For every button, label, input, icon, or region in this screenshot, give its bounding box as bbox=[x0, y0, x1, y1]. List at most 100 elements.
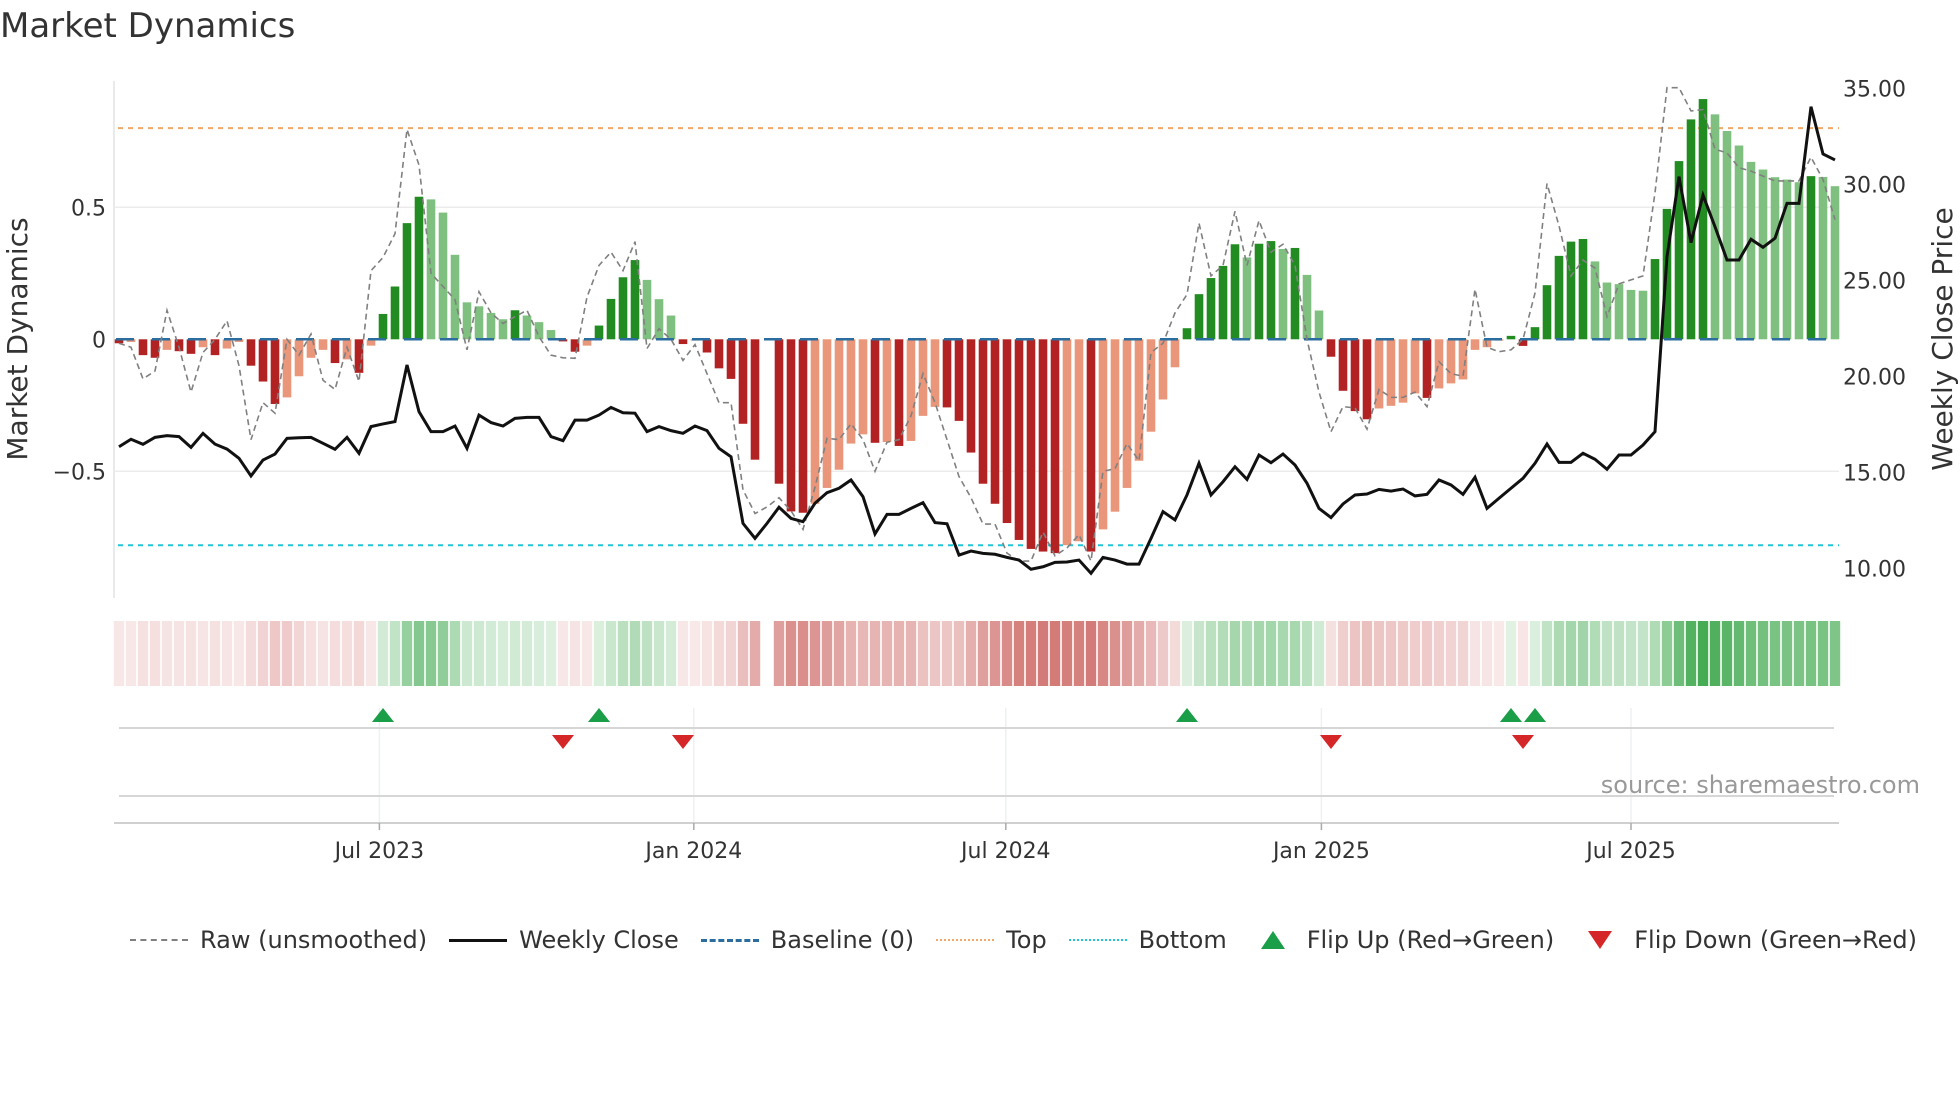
flip-down-marker bbox=[672, 735, 694, 749]
heat-strip-cell bbox=[173, 621, 185, 686]
heat-strip-cell bbox=[1661, 621, 1673, 686]
heat-strip-cell bbox=[833, 621, 845, 686]
legend-swatch-close bbox=[449, 938, 508, 942]
flip-up-marker bbox=[372, 708, 394, 722]
heat-strip-cell bbox=[485, 621, 497, 686]
heat-strip-cell bbox=[857, 621, 869, 686]
y2-tick-label: 25.00 bbox=[1843, 270, 1906, 295]
dynamics-bar bbox=[318, 339, 328, 350]
heat-strip-cell bbox=[1037, 621, 1049, 686]
heat-strip-cell bbox=[1349, 621, 1361, 686]
dynamics-bar bbox=[1050, 339, 1060, 554]
dynamics-bar bbox=[1014, 339, 1024, 540]
legend-item-baseline: Baseline (0) bbox=[700, 926, 914, 954]
heat-strip-cell bbox=[1325, 621, 1337, 686]
heat-strip-cell bbox=[1457, 621, 1469, 686]
dynamics-bar bbox=[1362, 339, 1372, 420]
dynamics-bar bbox=[1134, 339, 1144, 461]
heat-strip-cell bbox=[1829, 621, 1841, 686]
dynamics-bar bbox=[1218, 265, 1228, 340]
heat-strip-cell bbox=[1265, 621, 1277, 686]
heat-strip-cell bbox=[425, 621, 437, 686]
legend: Raw (unsmoothed) Weekly Close Baseline (… bbox=[130, 922, 1939, 958]
heat-strip-cell bbox=[1793, 621, 1805, 686]
y2-tick-label: 35.00 bbox=[1843, 78, 1906, 103]
dynamics-bar bbox=[138, 339, 148, 356]
heat-strip-cell bbox=[1313, 621, 1325, 686]
heat-strip-cell bbox=[1289, 621, 1301, 686]
dynamics-bar bbox=[774, 339, 784, 484]
heat-strip-cell bbox=[1169, 621, 1181, 686]
dynamics-bar bbox=[414, 196, 424, 340]
dynamics-bar bbox=[834, 339, 844, 470]
dynamics-bar bbox=[1446, 339, 1456, 384]
heat-strip-cell bbox=[1637, 621, 1649, 686]
dynamics-bar bbox=[1170, 339, 1180, 368]
heat-strip-cell bbox=[113, 621, 125, 686]
heat-strip-cell bbox=[1649, 621, 1661, 686]
dynamics-bar bbox=[162, 339, 172, 350]
heat-strip-cell bbox=[665, 621, 677, 686]
dynamics-bar bbox=[954, 339, 964, 421]
dynamics-bar bbox=[822, 339, 832, 488]
flip-up-marker bbox=[588, 708, 610, 722]
dynamics-bar bbox=[714, 339, 724, 369]
dynamics-bar bbox=[186, 339, 196, 354]
heat-strip-cell bbox=[893, 621, 905, 686]
dynamics-bar bbox=[1314, 310, 1324, 340]
heat-strip-cell bbox=[1685, 621, 1697, 686]
heat-strip-cell bbox=[1817, 621, 1829, 686]
heat-strip-cell bbox=[1529, 621, 1541, 686]
heat-strip-cell bbox=[269, 621, 281, 686]
flip-down-marker bbox=[1320, 735, 1342, 749]
dynamics-bar bbox=[1038, 339, 1048, 552]
heat-strip-cell bbox=[1601, 621, 1613, 686]
heat-strip-cell bbox=[1541, 621, 1553, 686]
dynamics-bar bbox=[1626, 289, 1636, 340]
dynamics-bar bbox=[1026, 339, 1036, 549]
dynamics-bar bbox=[1338, 339, 1348, 391]
dynamics-bar bbox=[1638, 290, 1648, 340]
legend-item-raw: Raw (unsmoothed) bbox=[130, 926, 427, 954]
dynamics-bar bbox=[1410, 339, 1420, 394]
dynamics-bar bbox=[294, 339, 304, 377]
heat-strip-cell bbox=[185, 621, 197, 686]
heat-strip-cell bbox=[1193, 621, 1205, 686]
heat-strip-cell bbox=[1625, 621, 1637, 686]
legend-label: Flip Up (Red→Green) bbox=[1306, 926, 1555, 954]
dynamics-bar bbox=[882, 339, 892, 442]
dynamics-bar bbox=[1098, 339, 1108, 530]
heat-strip-cell bbox=[593, 621, 605, 686]
heat-strip-cell bbox=[449, 621, 461, 686]
dynamics-bar bbox=[1110, 339, 1120, 512]
heat-strip-cell bbox=[1301, 621, 1313, 686]
triangle-up-icon bbox=[1260, 931, 1285, 949]
legend-item-flip-down: Flip Down (Green→Red) bbox=[1576, 926, 1917, 954]
heat-strip-cell bbox=[1097, 621, 1109, 686]
heat-strip-cell bbox=[617, 621, 629, 686]
dynamics-bar bbox=[522, 315, 532, 340]
legend-item-close: Weekly Close bbox=[449, 926, 679, 954]
heat-strip-cell bbox=[989, 621, 1001, 686]
heat-strip-cell bbox=[461, 621, 473, 686]
heat-strip-cell bbox=[629, 621, 641, 686]
heat-strip-cell bbox=[1493, 621, 1505, 686]
heat-strip-cell bbox=[245, 621, 257, 686]
dynamics-bar bbox=[1734, 145, 1744, 340]
dynamics-bar bbox=[330, 339, 340, 364]
heat-strip-cell bbox=[1181, 621, 1193, 686]
x-tick-label: Jul 2025 bbox=[1584, 839, 1676, 864]
heat-strip-cell bbox=[281, 621, 293, 686]
dynamics-bar bbox=[738, 339, 748, 424]
heat-strip-cell bbox=[149, 621, 161, 686]
heat-strip-cell bbox=[293, 621, 305, 686]
heat-strip-cell bbox=[125, 621, 137, 686]
legend-label: Raw (unsmoothed) bbox=[200, 926, 428, 954]
dynamics-bar bbox=[1002, 339, 1012, 524]
heat-strip-cell bbox=[953, 621, 965, 686]
heat-strip-cell bbox=[353, 621, 365, 686]
heat-strip-cell bbox=[1517, 621, 1529, 686]
heat-strip-cell bbox=[1373, 621, 1385, 686]
heat-strip-cell bbox=[1697, 621, 1709, 686]
heat-strip-cell bbox=[557, 621, 569, 686]
